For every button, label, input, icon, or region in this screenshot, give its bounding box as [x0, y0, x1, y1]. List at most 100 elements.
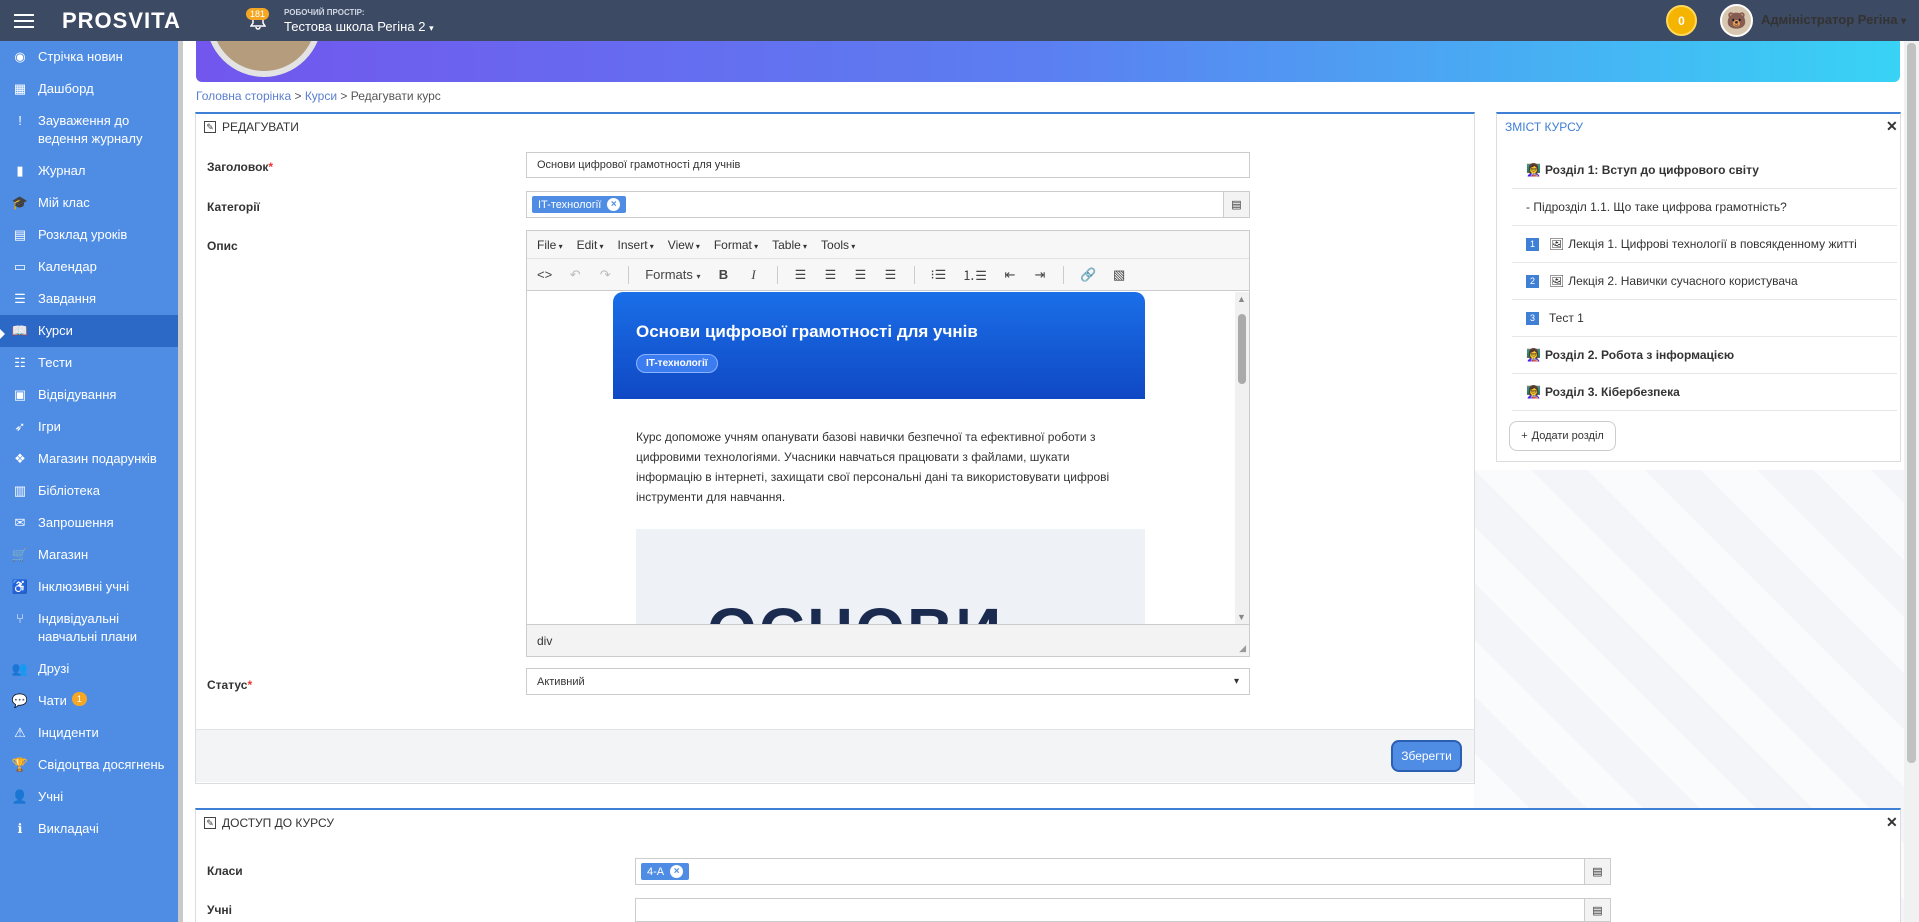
sidebar-item-journal-remarks[interactable]: ! Зауваження до ведення журналу	[0, 105, 178, 155]
classes-label: Класи	[207, 864, 243, 878]
collapse-icon[interactable]: ✕	[1886, 814, 1898, 831]
redo-icon[interactable]: ↷	[598, 267, 612, 283]
list-item-section[interactable]: 👩‍🏫 Розділ 3. Кібербезпека	[1512, 374, 1897, 411]
breadcrumb: Головна сторінка > Курси > Редагувати ку…	[196, 89, 441, 103]
sidebar-item-incidents[interactable]: ⚠ Інциденти	[0, 717, 178, 749]
menu-icon[interactable]	[14, 0, 40, 41]
menu-view[interactable]: View	[668, 238, 700, 252]
warning-icon: ⚠	[14, 725, 26, 740]
list-picker-icon[interactable]: ▤	[1584, 899, 1610, 921]
list-picker-icon[interactable]: ▤	[1223, 192, 1249, 217]
editor-toolbar: <> ↶ ↷ Formats ▾ B I ☰ ☰ ☰ ☰ ⁝☰ ⒈☰ ⇤ ⇥ 🔗…	[527, 259, 1249, 291]
align-center-icon[interactable]: ☰	[824, 267, 838, 283]
menu-table[interactable]: Table	[772, 238, 807, 252]
sidebar-item-journal[interactable]: ▮ Журнал	[0, 155, 178, 187]
sidebar-item-attendance[interactable]: ▣ Відвідування	[0, 379, 178, 411]
exclamation-icon: !	[18, 113, 22, 128]
classes-select[interactable]: 4-А × ▤	[635, 858, 1611, 885]
resize-handle-icon[interactable]: ◢	[1239, 643, 1246, 654]
menu-tools[interactable]: Tools	[821, 238, 855, 252]
sidebar-item-calendar[interactable]: ▭ Календар	[0, 251, 178, 283]
italic-icon[interactable]: I	[747, 267, 761, 283]
scroll-up-icon[interactable]: ▲	[1237, 294, 1246, 304]
sidebar-item-certificates[interactable]: 🏆 Свідоцтва досягнень	[0, 749, 178, 781]
align-justify-icon[interactable]: ☰	[884, 267, 898, 283]
sidebar-item-friends[interactable]: 👥 Друзі	[0, 653, 178, 685]
indent-icon[interactable]: ⇥	[1033, 267, 1047, 283]
sidebar-item-inclusive-students[interactable]: ♿ Інклюзивні учні	[0, 571, 178, 603]
app-logo[interactable]: PROSVITA	[62, 8, 214, 34]
bookmark-icon: ▮	[16, 163, 24, 178]
menu-edit[interactable]: Edit	[577, 238, 604, 252]
sidebar-item-individual-plans[interactable]: ⑂ Індивідуальні навчальні плани	[0, 603, 178, 653]
sidebar-item-dashboard[interactable]: ▦ Дашборд	[0, 73, 178, 105]
bullet-list-icon[interactable]: ⁝☰	[931, 267, 947, 283]
element-path[interactable]: div	[537, 634, 552, 648]
graduation-cap-icon: 🎓	[11, 195, 29, 210]
bell-icon[interactable]: 181	[246, 6, 276, 36]
outdent-icon[interactable]: ⇤	[1003, 267, 1017, 283]
branch-icon: ⑂	[16, 611, 24, 626]
calendar-icon: ▭	[13, 259, 27, 274]
save-button[interactable]: Зберегти	[1391, 740, 1462, 772]
sidebar-item-news[interactable]: ◉ Стрічка новин	[0, 41, 178, 73]
list-item-subsection[interactable]: - Підрозділ 1.1. Що таке цифрова грамотн…	[1512, 189, 1897, 226]
remove-tag-icon[interactable]: ×	[670, 865, 684, 878]
scroll-down-icon[interactable]: ▼	[1237, 612, 1246, 622]
avatar[interactable]: 🐻	[1720, 4, 1753, 37]
page-scrollbar[interactable]	[1904, 41, 1919, 922]
list-item-test[interactable]: 3 Тест 1	[1512, 300, 1897, 337]
menu-file[interactable]: File	[537, 238, 563, 252]
align-left-icon[interactable]: ☰	[794, 267, 808, 283]
editor-content[interactable]: Основи цифрової грамотності для учнів IT…	[527, 292, 1249, 624]
sidebar-item-shop[interactable]: 🛒 Магазин	[0, 539, 178, 571]
sidebar-item-teachers[interactable]: ℹ Викладачі	[0, 813, 178, 845]
remove-tag-icon[interactable]: ×	[607, 198, 621, 211]
course-card-text: Курс допоможе учням опанувати базові нав…	[636, 430, 1110, 504]
rss-icon: ◉	[14, 49, 26, 64]
breadcrumb-home[interactable]: Головна сторінка	[196, 89, 291, 103]
book-open-icon: 📖	[11, 323, 29, 338]
sidebar-item-invitations[interactable]: ✉ Запрошення	[0, 507, 178, 539]
breadcrumb-courses[interactable]: Курси	[305, 89, 337, 103]
menu-insert[interactable]: Insert	[618, 238, 654, 252]
list-item-section[interactable]: 👩‍🏫 Розділ 2. Робота з інформацією	[1512, 337, 1897, 374]
list-item-section[interactable]: 👩‍🏫 Розділ 1: Вступ до цифрового світу	[1512, 152, 1897, 189]
workspace-selector[interactable]: РОБОЧИЙ ПРОСТІР: Тестова школа Регіна 2 …	[284, 6, 434, 35]
sidebar-item-courses[interactable]: 📖 Курси	[0, 315, 178, 347]
sidebar-item-schedule[interactable]: ▤ Розклад уроків	[0, 219, 178, 251]
sidebar-item-my-class[interactable]: 🎓 Мій клас	[0, 187, 178, 219]
sidebar-item-games[interactable]: ➶ Ігри	[0, 411, 178, 443]
bold-icon[interactable]: B	[717, 267, 731, 282]
title-input[interactable]: Основи цифрової грамотності для учнів	[526, 152, 1250, 178]
menu-format[interactable]: Format	[714, 238, 758, 252]
align-right-icon[interactable]: ☰	[854, 267, 868, 283]
status-select[interactable]: Активний ▾	[526, 668, 1250, 695]
edit-panel-footer	[196, 729, 1474, 782]
formats-dropdown[interactable]: Formats ▾	[645, 267, 700, 282]
collapse-icon[interactable]: ✕	[1886, 118, 1898, 135]
sidebar-item-tasks[interactable]: ☰ Завдання	[0, 283, 178, 315]
sidebar-item-students[interactable]: 👤 Учні	[0, 781, 178, 813]
students-select[interactable]: ▤	[635, 898, 1611, 922]
coins-badge[interactable]: 0	[1666, 5, 1697, 36]
link-icon[interactable]: 🔗	[1080, 267, 1096, 283]
category-select[interactable]: IT-технології × ▤	[526, 191, 1250, 218]
sidebar-item-gift-shop[interactable]: ❖ Магазин подарунків	[0, 443, 178, 475]
sidebar-item-library[interactable]: ▥ Бібліотека	[0, 475, 178, 507]
editor-scrollbar[interactable]: ▲ ▼	[1235, 292, 1249, 624]
sidebar-item-chats[interactable]: 💬 Чати 1	[0, 685, 178, 717]
user-menu[interactable]: Адміністратор Регіна ▾	[1761, 12, 1906, 27]
numbered-list-icon[interactable]: ⒈☰	[962, 265, 987, 284]
list-item-lecture[interactable]: 1 🖼 Лекція 1. Цифрові технології в повсякд…	[1512, 226, 1897, 263]
sidebar-item-tests[interactable]: ☷ Тести	[0, 347, 178, 379]
edit-icon: ✎	[204, 817, 216, 829]
source-code-icon[interactable]: <>	[537, 267, 552, 282]
add-section-button[interactable]: + Додати розділ	[1509, 421, 1616, 451]
list-picker-icon[interactable]: ▤	[1584, 859, 1610, 884]
class-tag: 4-А ×	[641, 863, 690, 880]
undo-icon[interactable]: ↶	[568, 267, 582, 283]
list-item-lecture[interactable]: 2 🖼 Лекція 2. Навички сучасного користувач…	[1512, 263, 1897, 300]
sidebar-scrollbar[interactable]	[178, 41, 183, 922]
image-icon[interactable]: ▧	[1112, 267, 1126, 283]
